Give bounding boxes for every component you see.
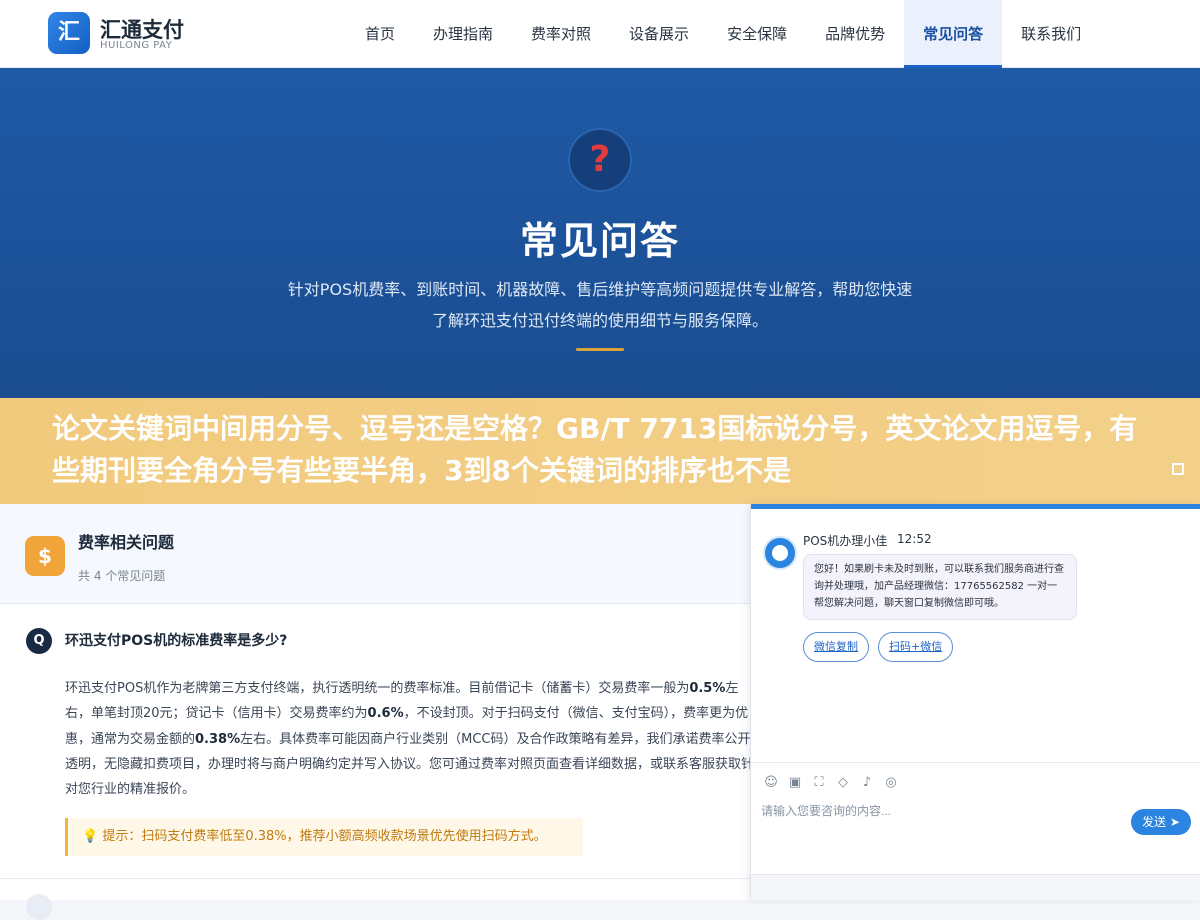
answer-text-part: 环迅支付POS机作为老牌第三方支付终端，执行透明统一的费率标准。目前借记卡（储蓄… [65, 681, 690, 696]
chat-widget[interactable]: POS机办理小佳 12:52 您好！如果刷卡未及时到账，可以联系我们服务商进行查… [750, 504, 1200, 900]
question-badge [26, 894, 52, 920]
send-label: 发送 [1142, 815, 1167, 829]
main-nav: 首页 办理指南 费率对照 设备展示 安全保障 品牌优势 常见问答 联系我们 [346, 0, 1100, 68]
lightbulb-icon: 💡 [82, 829, 99, 844]
mute-icon[interactable]: ♪ [857, 773, 877, 793]
nav-item-devices[interactable]: 设备展示 [610, 0, 708, 68]
image-icon[interactable]: ▣ [785, 773, 805, 793]
avatar-face [772, 545, 788, 561]
banner-text[interactable]: 论文关键词中间用分号、逗号还是空格？GB/T 7713国标说分号，英文论文用逗号… [52, 408, 1152, 498]
nav-item-rates[interactable]: 费率对照 [512, 0, 610, 68]
answer-text: 环迅支付POS机作为老牌第三方支付终端，执行透明统一的费率标准。目前借记卡（储蓄… [65, 676, 755, 802]
nav-item-home[interactable]: 首页 [346, 0, 414, 68]
send-button[interactable]: 发送 ➤ [1131, 809, 1191, 835]
agent-avatar [763, 536, 797, 570]
question-badge: Q [26, 628, 52, 654]
smile-icon[interactable]: ☺ [761, 773, 781, 793]
site-header: 汇 汇通支付 HUILONG PAY 首页 办理指南 费率对照 设备展示 安全保… [0, 0, 1200, 68]
category-count: 共 4 个常见问题 [78, 569, 166, 583]
money-bag-icon: $ [25, 536, 65, 576]
chat-footer [751, 874, 1200, 900]
chat-input[interactable] [761, 800, 1121, 822]
question-mark-icon: ? [568, 128, 632, 192]
nav-item-brand[interactable]: 品牌优势 [806, 0, 904, 68]
chat-topbar [751, 504, 1200, 509]
wechat-icon[interactable]: ◎ [881, 773, 901, 793]
rate-value: 0.5% [689, 681, 726, 696]
page-title: 常见问答 [519, 219, 680, 263]
logo-icon[interactable]: 汇 [48, 12, 90, 54]
screenshot-icon[interactable]: ⛶ [809, 773, 829, 793]
overlay-banner[interactable]: 论文关键词中间用分号、逗号还是空格？GB/T 7713国标说分号，英文论文用逗号… [0, 398, 1200, 504]
category-header: $ 费率相关问题 共 4 个常见问题 [0, 504, 760, 604]
send-icon: ➤ [1169, 815, 1180, 829]
hero-description: 针对POS机费率、到账时间、机器故障、售后维护等高频问题提供专业解答，帮助您快速… [287, 280, 913, 330]
hero-section: ? 常见问答 针对POS机费率、到账时间、机器故障、售后维护等高频问题提供专业解… [0, 68, 1200, 398]
tip-text: 提示：扫码支付费率低至0.38%，推荐小额高频收款场景优先使用扫码方式。 [102, 829, 547, 844]
hero-divider [576, 348, 624, 351]
divider [0, 878, 760, 879]
agent-name: POS机办理小佳 [803, 534, 888, 548]
question-title[interactable]: 环迅支付POS机的标准费率是多少? [65, 630, 287, 650]
category-title: 费率相关问题 [78, 533, 175, 552]
shield-icon[interactable]: ◇ [833, 773, 853, 793]
chat-toolbar: ☺ ▣ ⛶ ◇ ♪ ◎ [751, 762, 1200, 802]
tip-box: 💡 提示：扫码支付费率低至0.38%，推荐小额高频收款场景优先使用扫码方式。 [65, 818, 583, 856]
nav-item-contact[interactable]: 联系我们 [1002, 0, 1100, 68]
chat-message: 您好！如果刷卡未及时到账，可以联系我们服务商进行查询并处理哦，加产品经理微信：1… [803, 554, 1077, 620]
scan-wechat-button[interactable]: 扫码+微信 [878, 632, 954, 662]
banner-close-icon[interactable] [1172, 463, 1184, 475]
rate-value: 0.6% [367, 706, 404, 722]
nav-item-guide[interactable]: 办理指南 [414, 0, 512, 68]
copy-wechat-button[interactable]: 微信复制 [803, 632, 869, 662]
message-time: 12:52 [897, 532, 932, 546]
nav-item-security[interactable]: 安全保障 [708, 0, 806, 68]
brand-subtitle: HUILONG PAY [100, 40, 173, 51]
nav-item-faq[interactable]: 常见问答 [904, 0, 1003, 68]
rate-value: 0.38% [195, 731, 241, 747]
